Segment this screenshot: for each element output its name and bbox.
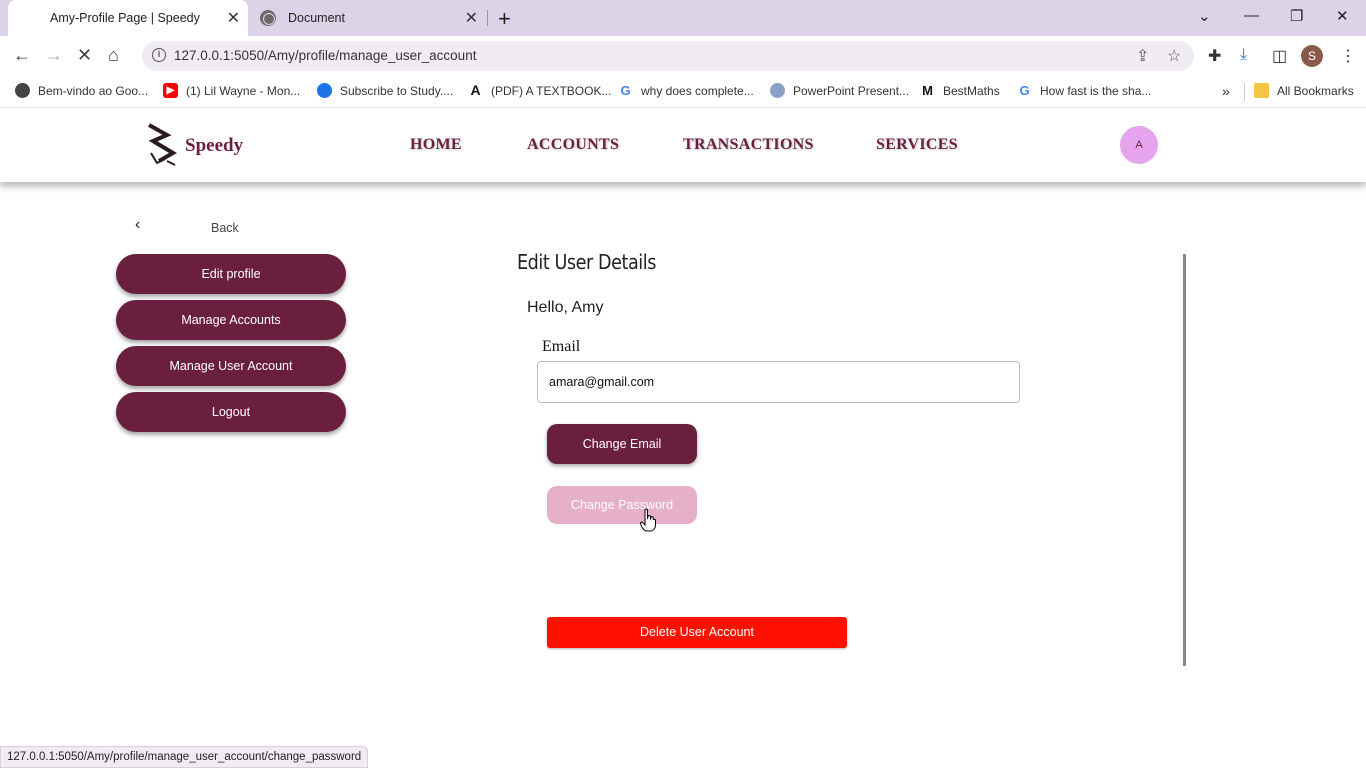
nav-services[interactable]: SERVICES bbox=[876, 136, 958, 154]
email-label: Email bbox=[542, 338, 581, 355]
change-email-button[interactable]: Change Email bbox=[547, 424, 697, 464]
bookmark-item[interactable]: Gwhy does complete... bbox=[618, 83, 753, 98]
tab-separator bbox=[487, 10, 488, 26]
slides-icon bbox=[770, 83, 785, 98]
user-avatar[interactable]: A bbox=[1120, 126, 1158, 164]
globe-icon bbox=[15, 83, 30, 98]
minimize-icon[interactable]: — bbox=[1244, 7, 1259, 24]
panel-divider bbox=[1183, 254, 1186, 666]
bookmark-item[interactable]: Subscribe to Study.... bbox=[317, 83, 453, 98]
globe-icon bbox=[260, 10, 276, 26]
bookmarks-bar: Bem-vindo ao Goo... ▶ (1) Lil Wayne - Mon… bbox=[0, 76, 1366, 108]
all-bookmarks[interactable]: All Bookmarks bbox=[1254, 83, 1354, 98]
address-bar[interactable]: i 127.0.0.1:5050/Amy/profile/manage_user… bbox=[142, 41, 1194, 71]
new-tab-icon[interactable]: + bbox=[498, 6, 511, 32]
back-arrow-icon[interactable]: ← bbox=[13, 45, 31, 66]
email-field[interactable]: amara@gmail.com bbox=[537, 361, 1020, 403]
change-password-button[interactable]: Change Password bbox=[547, 486, 697, 524]
close-tab-icon[interactable]: ✕ bbox=[227, 8, 240, 28]
close-tab-icon[interactable]: ✕ bbox=[465, 8, 478, 28]
restore-icon[interactable]: ❐ bbox=[1290, 7, 1303, 25]
status-bar-url: 127.0.0.1:5050/Amy/profile/manage_user_a… bbox=[0, 746, 369, 768]
site-info-icon[interactable]: i bbox=[152, 48, 166, 62]
logout-button[interactable]: Logout bbox=[116, 392, 346, 432]
google-icon: G bbox=[1019, 83, 1030, 98]
speedy-logo-icon[interactable] bbox=[145, 123, 179, 167]
bookmark-item[interactable]: G How fast is the sha... bbox=[1017, 83, 1151, 98]
home-icon[interactable]: ⌂ bbox=[108, 45, 119, 66]
bookmark-item[interactable]: A (PDF) A TEXTBOOK... bbox=[468, 83, 611, 98]
bookmark-item[interactable]: PowerPoint Present... bbox=[770, 83, 909, 98]
close-window-icon[interactable]: ✕ bbox=[1336, 7, 1349, 25]
forward-arrow-icon[interactable]: → bbox=[45, 45, 63, 66]
download-icon[interactable]: ⤓ bbox=[1240, 46, 1247, 64]
bookmark-item[interactable]: M BestMaths bbox=[920, 83, 1000, 98]
manage-accounts-button[interactable]: Manage Accounts bbox=[116, 300, 346, 340]
folder-icon bbox=[1254, 83, 1269, 98]
tab-search-icon[interactable]: ⌄ bbox=[1198, 7, 1211, 25]
tab-title: Amy-Profile Page | Speedy bbox=[50, 11, 200, 25]
youtube-icon: ▶ bbox=[163, 83, 178, 98]
hand-cursor-icon bbox=[640, 508, 656, 532]
greeting: Hello, Amy bbox=[527, 299, 604, 316]
side-panel-icon[interactable]: ◫ bbox=[1272, 46, 1287, 66]
extensions-icon[interactable]: ✚ bbox=[1208, 46, 1221, 66]
page-title: Edit User Details bbox=[517, 250, 656, 274]
back-link[interactable]: Back bbox=[211, 221, 239, 235]
bookmark-item[interactable]: Bem-vindo ao Goo... bbox=[15, 83, 148, 98]
address-url[interactable]: 127.0.0.1:5050/Amy/profile/manage_user_a… bbox=[174, 48, 476, 63]
bookmark-divider bbox=[1244, 83, 1245, 101]
bookmark-star-icon[interactable]: ☆ bbox=[1167, 46, 1181, 66]
bestmaths-icon: M bbox=[922, 83, 933, 98]
bookmark-item[interactable]: ▶ (1) Lil Wayne - Mon... bbox=[163, 83, 300, 98]
delete-user-account-button[interactable]: Delete User Account bbox=[547, 617, 847, 648]
loading-icon bbox=[22, 10, 38, 26]
study-icon bbox=[317, 83, 332, 98]
browser-tab-inactive[interactable]: Document ✕ bbox=[252, 0, 486, 36]
academia-icon: A bbox=[470, 82, 481, 98]
edit-profile-button[interactable]: Edit profile bbox=[116, 254, 346, 294]
browser-tab-bar: Amy-Profile Page | Speedy ✕ Document ✕ +… bbox=[0, 0, 1366, 36]
nav-transactions[interactable]: TRANSACTIONS bbox=[683, 136, 814, 154]
brand-name[interactable]: Speedy bbox=[185, 135, 243, 157]
google-icon: G bbox=[620, 83, 631, 98]
browser-tab-active[interactable]: Amy-Profile Page | Speedy ✕ bbox=[8, 0, 248, 36]
more-bookmarks-icon[interactable]: » bbox=[1222, 83, 1230, 99]
browser-profile-avatar[interactable]: S bbox=[1301, 45, 1323, 67]
manage-user-account-button[interactable]: Manage User Account bbox=[116, 346, 346, 386]
stop-loading-icon[interactable]: ✕ bbox=[77, 45, 92, 66]
tab-title: Document bbox=[288, 11, 345, 25]
nav-home[interactable]: HOME bbox=[410, 136, 462, 154]
chevron-left-icon[interactable]: ‹ bbox=[135, 216, 140, 234]
menu-kebab-icon[interactable]: ⋮ bbox=[1340, 46, 1356, 66]
share-icon[interactable]: ⇪ bbox=[1136, 46, 1149, 66]
nav-accounts[interactable]: ACCOUNTS bbox=[527, 136, 619, 154]
